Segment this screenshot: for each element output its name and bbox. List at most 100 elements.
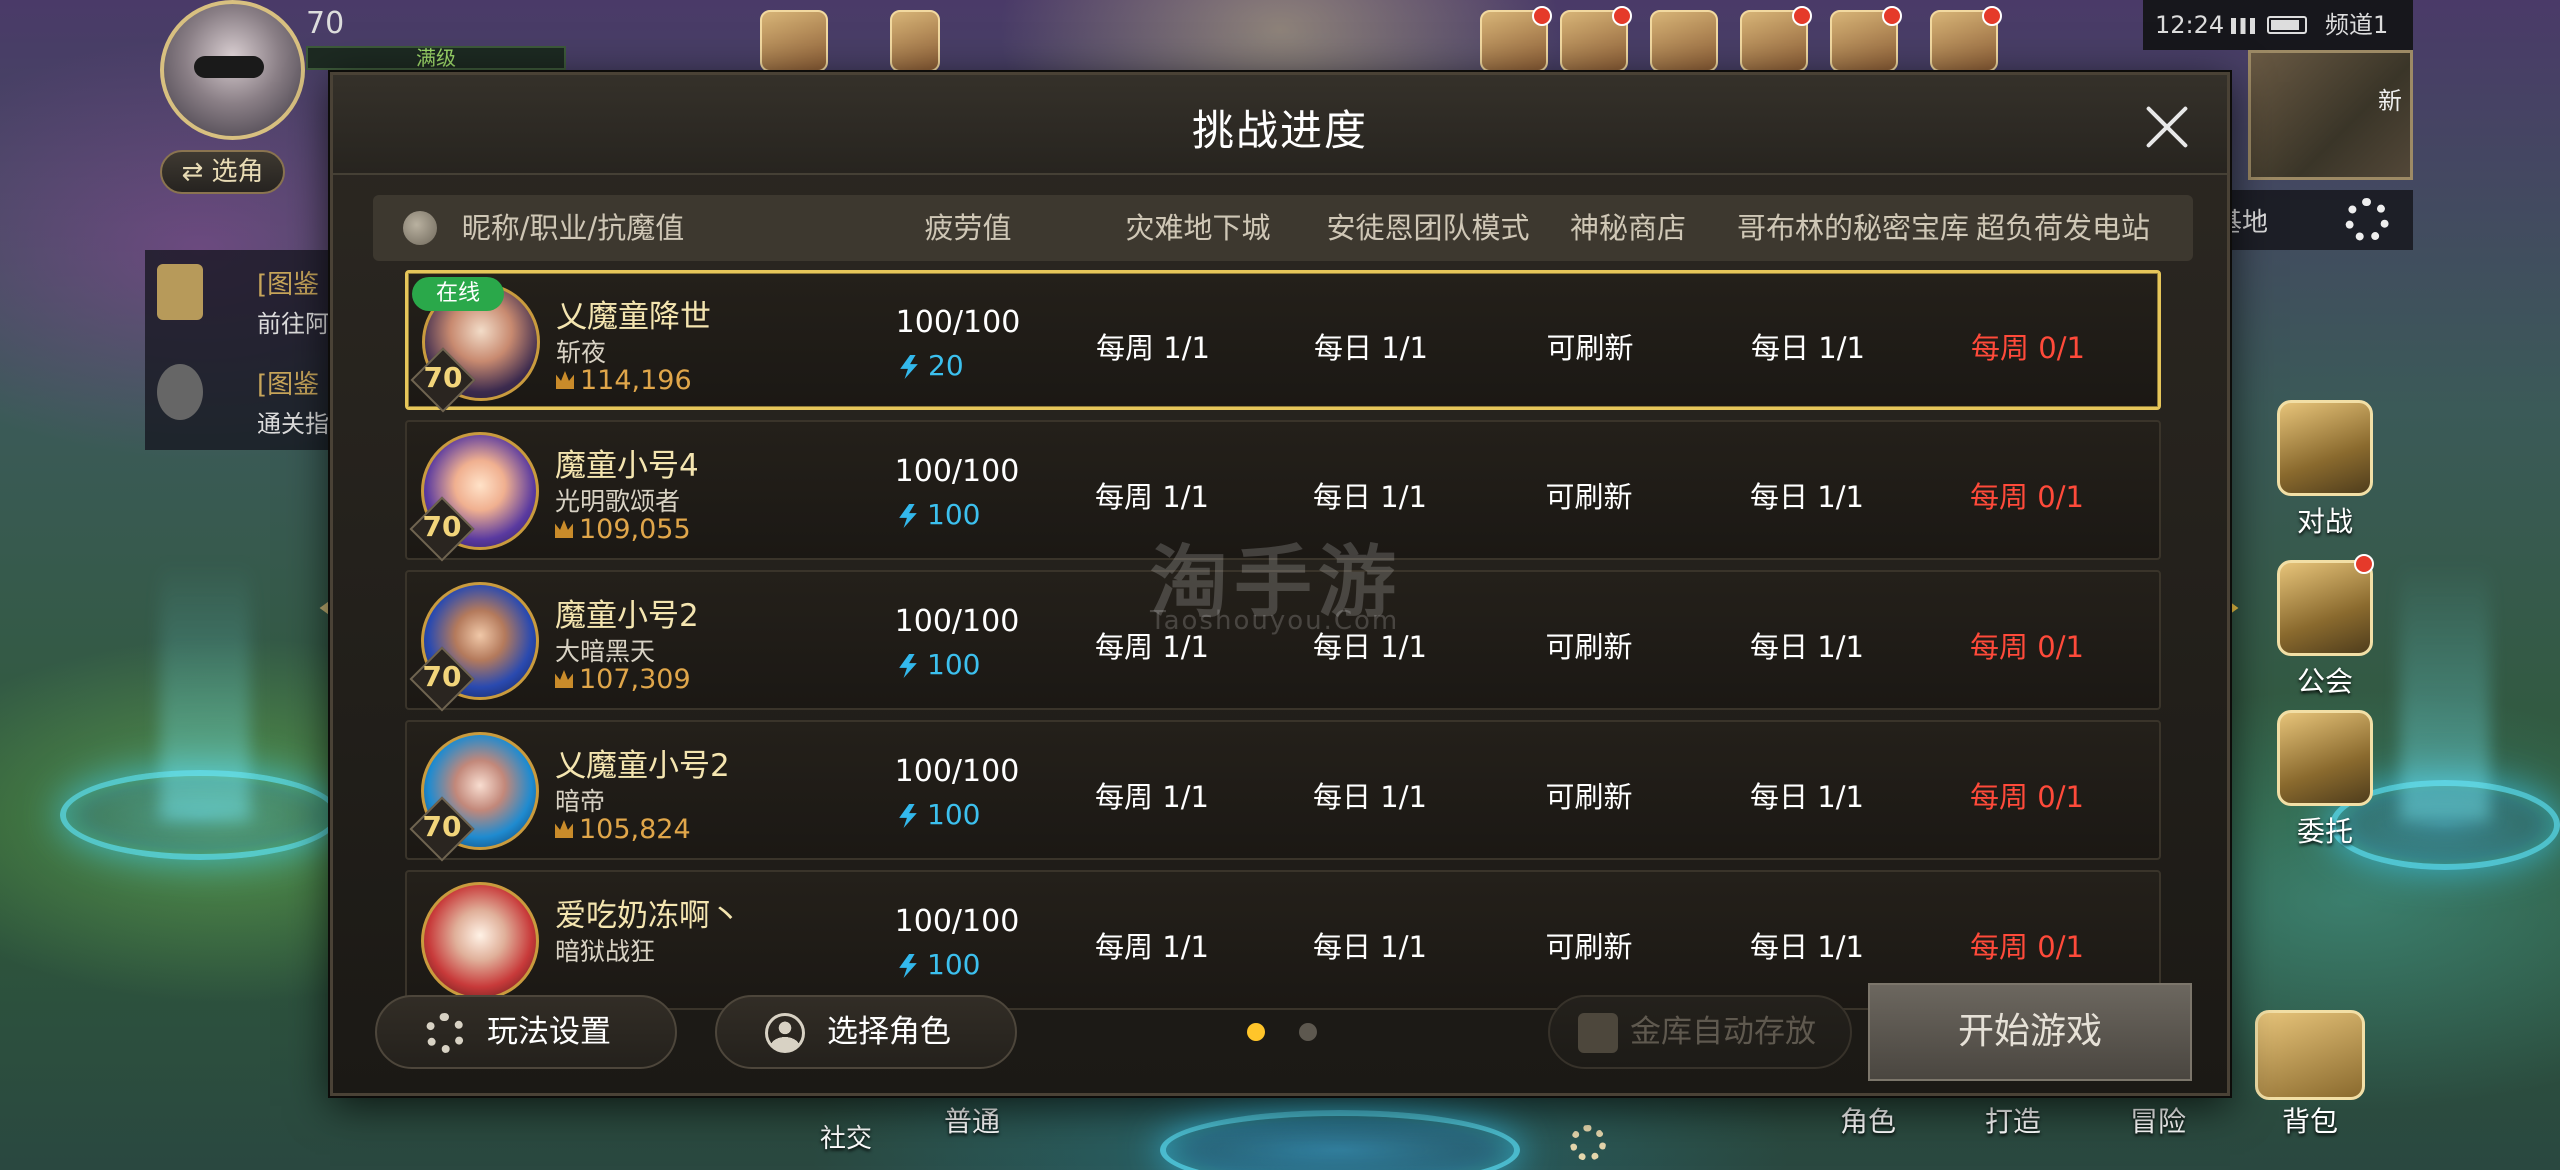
dialog-title: 挑战进度 xyxy=(1191,106,1368,155)
quest-subtitle: 前往阿 xyxy=(257,310,329,338)
select-role-label: 选择角色 xyxy=(827,1014,951,1050)
side-menu-label: 委托 xyxy=(2296,815,2353,848)
level-bar: 满级 xyxy=(306,46,566,70)
energy-value: 100 xyxy=(927,798,981,831)
safe-icon xyxy=(1578,1013,1618,1053)
market-icon[interactable] xyxy=(1830,6,1902,72)
notification-dot xyxy=(1612,6,1632,26)
select-role-button[interactable]: 选择角色 xyxy=(715,995,1017,1069)
guild-shield-icon xyxy=(2277,560,2373,656)
gameplay-settings-label: 玩法设置 xyxy=(487,1014,611,1050)
character-level: 70 xyxy=(422,810,462,843)
trumpet-icon[interactable] xyxy=(1650,10,1718,72)
bottom-nav-character[interactable]: 角色 xyxy=(1840,1100,1896,1140)
bottom-nav-normal[interactable]: 普通 xyxy=(944,1100,1000,1140)
character-job: 暗狱战狂 xyxy=(555,937,656,966)
channel-label[interactable]: 频道1 xyxy=(2325,0,2388,50)
bottom-nav-social[interactable]: 社交 xyxy=(820,1118,872,1155)
stall-icon[interactable] xyxy=(1740,6,1812,72)
notice-board-icon xyxy=(2277,710,2373,806)
user-silhouette-icon xyxy=(403,211,437,245)
mystery-shop-status: 可刷新 xyxy=(1545,780,1633,814)
col-header-overload-station: 超负荷发电站 xyxy=(1975,211,2150,245)
goblin-vault-status: 每日 1/1 xyxy=(1750,630,1864,664)
disaster-dungeon-status: 每周 1/1 xyxy=(1095,930,1209,964)
clock: 12:24 xyxy=(2155,11,2225,39)
disaster-dungeon-status: 每周 1/1 xyxy=(1096,331,1210,365)
table-row[interactable]: 70 乂魔童小号2 暗帝 105,824 100/100 100 每周 1/1 … xyxy=(405,720,2161,862)
bag-icon[interactable] xyxy=(2255,1010,2365,1100)
quest-tracker[interactable]: [图鉴 前往阿 [图鉴 通关指 xyxy=(145,250,335,450)
lightning-icon xyxy=(899,954,917,978)
anton-raid-status: 每日 1/1 xyxy=(1313,780,1427,814)
scroll-icon xyxy=(157,264,203,320)
close-icon[interactable] xyxy=(2143,103,2191,151)
crown-icon xyxy=(555,670,573,688)
fatigue-value: 100/100 xyxy=(894,904,1020,939)
dialog-header: 挑战进度 xyxy=(333,75,2227,175)
character-name: 魔童小号4 xyxy=(555,448,699,484)
signal-icon xyxy=(2231,18,2255,34)
character-portrait xyxy=(421,882,539,1000)
start-game-button[interactable]: 开始游戏 xyxy=(1868,983,2192,1081)
vault-auto-store-button[interactable]: 金库自动存放 xyxy=(1548,995,1852,1069)
goblin-vault-status: 每日 1/1 xyxy=(1750,480,1864,514)
mystery-shop-status: 可刷新 xyxy=(1545,930,1633,964)
bottom-nav-adventure[interactable]: 冒险 xyxy=(2130,1100,2186,1140)
quest-title: [图鉴 xyxy=(257,270,320,300)
character-level: 70 xyxy=(422,510,462,543)
col-header-name: 昵称/职业/抗魔值 xyxy=(461,211,685,245)
notification-dot xyxy=(1532,6,1552,26)
notification-dot xyxy=(1982,6,2002,26)
lightning-icon xyxy=(899,654,917,678)
minimap-label: 新 xyxy=(2378,87,2402,115)
shop-icon[interactable] xyxy=(760,10,828,72)
side-menu-label: 对战 xyxy=(2296,505,2353,538)
gameplay-settings-button[interactable]: 玩法设置 xyxy=(375,995,677,1069)
side-menu-commission[interactable]: 委托 xyxy=(2270,710,2380,850)
eyepatch-icon xyxy=(194,56,264,78)
fatigue-value: 100/100 xyxy=(894,754,1020,789)
event-icon[interactable] xyxy=(890,10,940,72)
minimap[interactable]: 新 xyxy=(2248,50,2413,180)
gear-icon xyxy=(425,1013,465,1053)
quest-item[interactable]: [图鉴 前往阿 xyxy=(145,250,335,340)
side-menu-label: 公会 xyxy=(2296,665,2353,698)
overload-station-status: 每周 0/1 xyxy=(1970,780,2084,814)
col-header-anton-raid: 安徒恩团队模式 xyxy=(1326,211,1530,245)
watermark-url: Taoshouyou.Com xyxy=(1150,606,1400,636)
fatigue-value: 100/100 xyxy=(894,454,1020,489)
notification-dot xyxy=(2354,554,2374,574)
anti-magic-value: 105,824 xyxy=(579,814,691,845)
anton-raid-status: 每日 1/1 xyxy=(1313,930,1427,964)
lightning-icon xyxy=(900,355,918,379)
switch-role-button[interactable]: ⇄ 选角 xyxy=(160,150,285,194)
quest-item[interactable]: [图鉴 通关指 xyxy=(145,350,335,440)
light-beam-left xyxy=(160,560,250,820)
light-beam-right xyxy=(2400,560,2490,820)
settings-gear-icon[interactable] xyxy=(2345,198,2389,242)
calendar-icon[interactable] xyxy=(1480,6,1552,72)
table-row[interactable]: 在线 70 乂魔童降世 斩夜 114,196 100/100 20 每周 1/1… xyxy=(405,270,2161,413)
gift-icon[interactable] xyxy=(1560,6,1632,72)
bottom-nav-bag[interactable]: 背包 xyxy=(2282,1100,2338,1140)
character-name: 乂魔童小号2 xyxy=(555,748,730,784)
goblin-vault-status: 每日 1/1 xyxy=(1750,780,1864,814)
lightning-icon xyxy=(899,504,917,528)
character-job: 大暗黑天 xyxy=(555,637,656,666)
player-avatar[interactable] xyxy=(160,0,305,140)
bottom-nav-forge[interactable]: 打造 xyxy=(1985,1100,2041,1140)
side-menu-guild[interactable]: 公会 xyxy=(2270,554,2380,700)
side-menu-battle[interactable]: 对战 xyxy=(2270,400,2380,540)
gear-icon[interactable] xyxy=(1570,1125,1606,1161)
character-name: 爱吃奶冻啊丶 xyxy=(555,898,741,934)
character-list[interactable]: 在线 70 乂魔童降世 斩夜 114,196 100/100 20 每周 1/1… xyxy=(405,270,2165,1035)
party-icon xyxy=(157,364,203,420)
mushroom-icon[interactable] xyxy=(1930,6,2002,72)
col-header-disaster-dungeon: 灾难地下城 xyxy=(1125,211,1271,245)
fatigue-value: 100/100 xyxy=(895,305,1021,340)
anton-raid-status: 每日 1/1 xyxy=(1314,331,1428,365)
page-indicator xyxy=(1299,1023,1317,1041)
overload-station-status: 每周 0/1 xyxy=(1970,930,2084,964)
character-job: 光明歌颂者 xyxy=(555,487,681,516)
